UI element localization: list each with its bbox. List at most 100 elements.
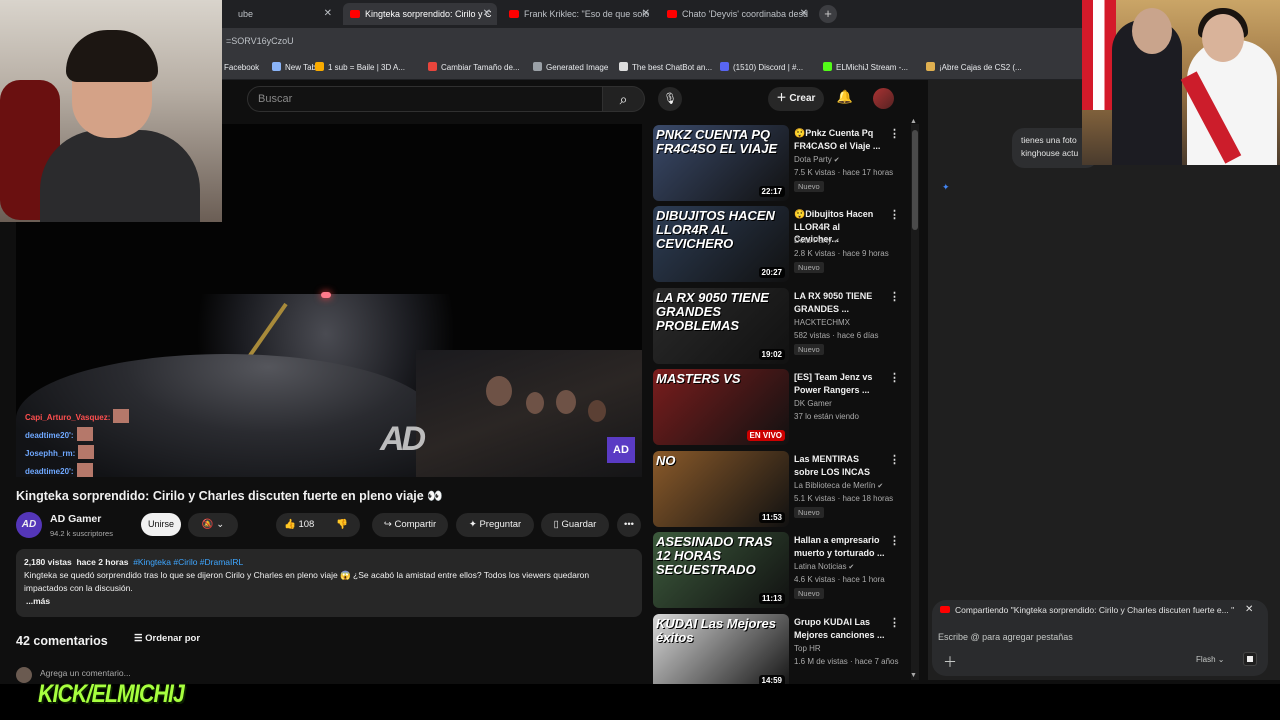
stop-sharing-close-icon[interactable]: ✕: [1245, 604, 1253, 615]
related-video-title[interactable]: Hallan a empresario muerto y torturado .…: [794, 534, 886, 559]
channel-avatar[interactable]: AD: [16, 512, 42, 538]
related-video-title[interactable]: 😲Pnkz Cuenta Pq FR4CASO el Viaje ...: [794, 127, 886, 152]
related-video-channel[interactable]: Top HR: [794, 644, 821, 653]
bookmark-item[interactable]: Cambiar Tamaño de...: [428, 62, 520, 72]
more-vertical-icon[interactable]: ⋮: [889, 208, 900, 221]
more-vertical-icon[interactable]: ⋮: [889, 371, 900, 384]
share-icon: ↪: [383, 519, 395, 530]
channel-watermark: AD: [380, 420, 426, 458]
video-thumbnail[interactable]: PNKZ CUENTA PQ FR4C4SO EL VIAJE 22:17: [653, 125, 789, 201]
browser-tab-1-active[interactable]: Kingteka sorprendido: Cirilo y C ✕: [343, 3, 497, 25]
related-video-channel[interactable]: Dota Party ✔: [794, 236, 840, 245]
related-video-meta: 4.6 K vistas · hace 1 hora: [794, 575, 885, 584]
browser-tab-0[interactable]: ube ✕: [216, 3, 338, 25]
bookmark-label: ELMichiJ Stream -...: [836, 63, 909, 72]
save-button[interactable]: ▯ Guardar: [541, 513, 609, 537]
bookmark-item[interactable]: (1510) Discord | #...: [720, 62, 803, 72]
close-tab-icon[interactable]: ✕: [483, 3, 491, 25]
share-button[interactable]: ↪ Compartir: [372, 513, 448, 537]
sort-comments-button[interactable]: ☰ Ordenar por: [134, 633, 200, 644]
show-more-link[interactable]: ...más: [24, 595, 634, 608]
browser-tab-3[interactable]: Chato 'Deyvis' coordinaba desd ✕: [660, 3, 814, 25]
ask-label: Preguntar: [479, 519, 522, 530]
channel-name[interactable]: AD Gamer: [50, 513, 101, 525]
related-video-title[interactable]: Las MENTIRAS sobre LOS INCAS: [794, 453, 886, 478]
bookmark-item[interactable]: The best ChatBot an...: [619, 62, 712, 72]
bookmark-item[interactable]: 1 sub = Baile | 3D A...: [315, 62, 405, 72]
related-video-title[interactable]: Grupo KUDAI Las Mejores canciones ...: [794, 616, 886, 641]
dislike-button[interactable]: 👎: [336, 513, 348, 537]
related-video-channel[interactable]: Dota Party ✔: [794, 155, 840, 164]
notifications-bell-icon[interactable]: 🔔: [836, 89, 854, 109]
bookmark-label: 1 sub = Baile | 3D A...: [328, 63, 406, 72]
bookmark-item[interactable]: Generated Image: [533, 62, 608, 72]
video-duration: 11:13: [758, 593, 785, 604]
video-thumbnail[interactable]: LA RX 9050 TIENE GRANDES PROBLEMAS 19:02: [653, 288, 789, 364]
more-vertical-icon[interactable]: ⋮: [889, 290, 900, 303]
peru-flag: [1082, 0, 1116, 110]
bookmark-favicon-icon: [533, 62, 542, 71]
related-video-channel[interactable]: HACKTECHMX: [794, 318, 850, 327]
video-thumbnail[interactable]: DIBUJITOS HACEN LLOR4R AL CEVICHERO 20:27: [653, 206, 789, 282]
close-tab-icon[interactable]: ✕: [642, 3, 650, 25]
related-video-channel[interactable]: La Biblioteca de Merlín ✔: [794, 481, 883, 490]
join-button[interactable]: Unirse: [141, 513, 181, 536]
video-thumbnail[interactable]: KUDAI Las Mejores éxitos 14:59: [653, 614, 789, 690]
more-vertical-icon[interactable]: ⋮: [889, 616, 900, 629]
related-video-item[interactable]: NO 11:53 Las MENTIRAS sobre LOS INCAS La Bi…: [653, 451, 908, 529]
sort-label: Ordenar por: [145, 633, 201, 644]
video-thumbnail[interactable]: MASTERS VS EN VIVO: [653, 369, 789, 445]
stop-button[interactable]: [1243, 652, 1257, 666]
bookmark-item[interactable]: New Tab: [272, 62, 316, 72]
subscribed-notifications-button[interactable]: 🔕 ⌄: [188, 513, 238, 537]
related-video-item[interactable]: MASTERS VS EN VIVO [ES] Team Jenz vs Power…: [653, 369, 908, 447]
close-tab-icon[interactable]: ✕: [800, 3, 808, 25]
related-video-item[interactable]: KUDAI Las Mejores éxitos 14:59 Grupo KUDAI…: [653, 614, 908, 692]
stop-square-icon: [1247, 656, 1253, 662]
video-thumbnail[interactable]: NO 11:53: [653, 451, 789, 527]
add-attachment-plus-icon[interactable]: ＋: [943, 652, 957, 672]
photo-person-woman-face: [1202, 14, 1244, 62]
create-button[interactable]: ＋ Crear: [768, 87, 824, 111]
video-thumbnail[interactable]: ASESINADO TRAS 12 HORAS SECUESTRADO 11:13: [653, 532, 789, 608]
browser-tab-2[interactable]: Frank Kriklec: "Eso de que solo ✕: [502, 3, 656, 25]
search-button[interactable]: ⌕: [603, 86, 645, 112]
related-video-channel[interactable]: Latina Noticias ✔: [794, 562, 854, 571]
url-field[interactable]: =SORV16yCzoU: [226, 36, 294, 46]
more-vertical-icon[interactable]: ⋮: [889, 453, 900, 466]
new-tab-button[interactable]: +: [819, 5, 837, 23]
more-vertical-icon[interactable]: ⋮: [889, 534, 900, 547]
channel-subscribers: 94.2 k suscriptores: [50, 529, 113, 538]
channel-name: Top HR: [794, 644, 821, 653]
related-video-item[interactable]: PNKZ CUENTA PQ FR4C4SO EL VIAJE 22:17 😲Pnk…: [653, 125, 908, 203]
more-actions-button[interactable]: •••: [617, 513, 641, 537]
bookmark-item[interactable]: ¡Abre Cajas de CS2 (...: [926, 62, 1022, 72]
related-video-item[interactable]: DIBUJITOS HACEN LLOR4R AL CEVICHERO 20:27…: [653, 206, 908, 284]
model-selector[interactable]: Flash ⌄: [1196, 655, 1225, 664]
hashtags[interactable]: #Kingteka #Cirilo #DramaIRL: [133, 557, 243, 567]
ask-button[interactable]: ✦ Preguntar: [456, 513, 534, 537]
scroll-up-arrow-icon[interactable]: ▲: [910, 118, 917, 125]
related-video-meta: 582 vistas · hace 6 días: [794, 331, 879, 340]
related-video-item[interactable]: ASESINADO TRAS 12 HORAS SECUESTRADO 11:13…: [653, 532, 908, 610]
chat-user: deadtime20':: [25, 431, 74, 440]
scrollbar-thumb[interactable]: [912, 130, 918, 230]
related-video-title[interactable]: [ES] Team Jenz vs Power Rangers ...: [794, 371, 886, 396]
more-vertical-icon[interactable]: ⋮: [889, 127, 900, 140]
description-box[interactable]: 2,180 vistas hace 2 horas #Kingteka #Cir…: [16, 549, 642, 617]
like-button[interactable]: 👍 108: [284, 519, 314, 530]
scroll-down-arrow-icon[interactable]: ▼: [910, 672, 917, 679]
tab-label: Kingteka sorprendido: Cirilo y C: [365, 9, 492, 19]
related-video-meta: 5.1 K vistas · hace 18 horas: [794, 494, 894, 503]
assistant-prompt-input[interactable]: Escribe @ para agregar pestañas: [938, 632, 1073, 642]
bookmark-item[interactable]: ELMichiJ Stream -...: [823, 62, 908, 72]
related-video-title[interactable]: LA RX 9050 TIENE GRANDES ...: [794, 290, 886, 315]
account-avatar[interactable]: [873, 88, 894, 109]
search-input[interactable]: Buscar: [247, 86, 603, 112]
related-video-channel[interactable]: DK Gamer: [794, 399, 832, 408]
channel-badge: AD: [607, 437, 635, 463]
related-video-item[interactable]: LA RX 9050 TIENE GRANDES PROBLEMAS 19:02 L…: [653, 288, 908, 366]
comment-input[interactable]: Agrega un comentario...: [40, 668, 131, 678]
close-tab-icon[interactable]: ✕: [324, 3, 332, 25]
voice-search-button[interactable]: 🎙: [658, 87, 682, 111]
